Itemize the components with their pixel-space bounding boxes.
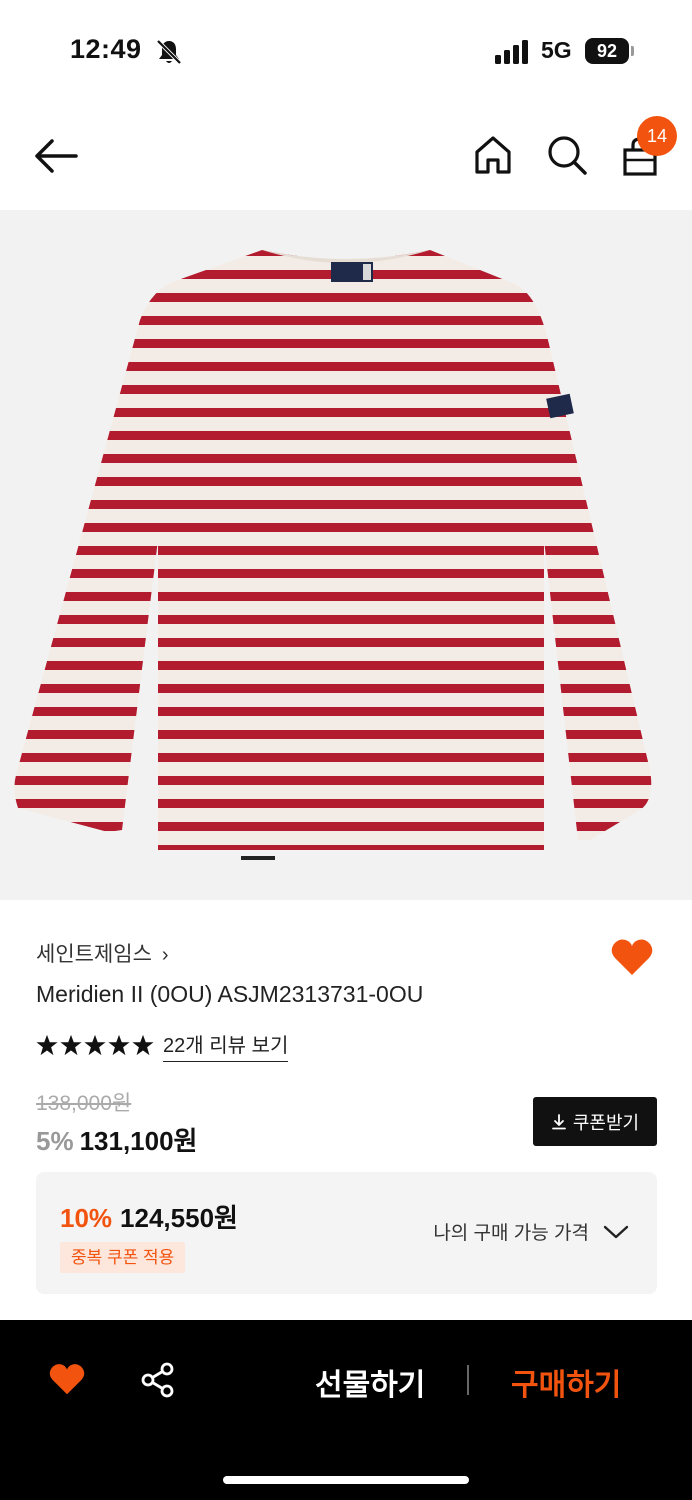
star-icon [84,1034,106,1056]
bell-slash-icon [156,39,182,65]
status-bar: 12:49 5G 92 [0,0,692,100]
my-price: 124,550원 [120,1203,238,1233]
heart-icon[interactable] [48,1362,86,1396]
wishlist-heart-icon[interactable] [610,937,654,977]
product-image[interactable] [0,210,692,900]
search-icon[interactable] [546,134,588,176]
star-icon [60,1034,82,1056]
discount-rate: 5% [36,1126,74,1156]
slide-indicator [241,856,275,860]
coupon-button-label: 쿠폰받기 [572,1112,640,1133]
sale-price: 131,100원 [79,1126,198,1156]
price-row: 5% 131,100원 [36,1121,197,1158]
product-name: Meridien II (0OU) ASJM2313731-0OU [36,981,424,1007]
signal-icon [495,40,528,64]
my-discount-rate: 10% [60,1203,113,1233]
back-arrow-icon[interactable] [30,133,80,179]
share-icon[interactable] [140,1362,176,1398]
bottom-divider [467,1365,469,1395]
gift-button[interactable]: 선물하기 [315,1360,425,1404]
my-price-toggle-label: 나의 구매 가능 가격 [433,1223,589,1244]
my-price-box[interactable]: 10% 124,550원 중복 쿠폰 적용 나의 구매 가능 가격 [36,1172,657,1294]
my-price-row: 10% 124,550원 [60,1198,238,1235]
review-link[interactable]: 22개 리뷰 보기 [163,1029,289,1062]
chevron-down-icon [603,1225,629,1238]
battery-indicator: 92 [585,38,629,64]
home-icon[interactable] [472,134,514,176]
coupon-download-button[interactable]: 쿠폰받기 [533,1097,657,1146]
original-price: 138,000원 [36,1092,132,1115]
network-label: 5G [541,37,572,63]
star-icon [36,1034,58,1056]
home-indicator [223,1476,469,1484]
brand-name: 세인트제임스 [36,943,152,966]
download-icon [551,1113,566,1129]
buy-button[interactable]: 구매하기 [511,1360,621,1404]
star-rating [36,1034,154,1056]
star-icon [108,1034,130,1056]
status-time: 12:49 [70,34,142,64]
bottom-action-bar: 선물하기 구매하기 [0,1320,692,1500]
battery-tip [631,46,634,56]
striped-shirt-illustration [14,250,652,850]
duplicate-coupon-tag: 중복 쿠폰 적용 [60,1242,186,1273]
cart-count-badge: 14 [637,116,677,156]
my-price-toggle[interactable]: 나의 구매 가능 가격 [433,1218,629,1245]
brand-link[interactable]: 세인트제임스 › [36,938,169,968]
nav-bar: 14 [0,100,692,210]
rating-row: 22개 리뷰 보기 [36,1029,289,1062]
chevron-right-icon: › [161,944,169,966]
star-icon [132,1034,154,1056]
